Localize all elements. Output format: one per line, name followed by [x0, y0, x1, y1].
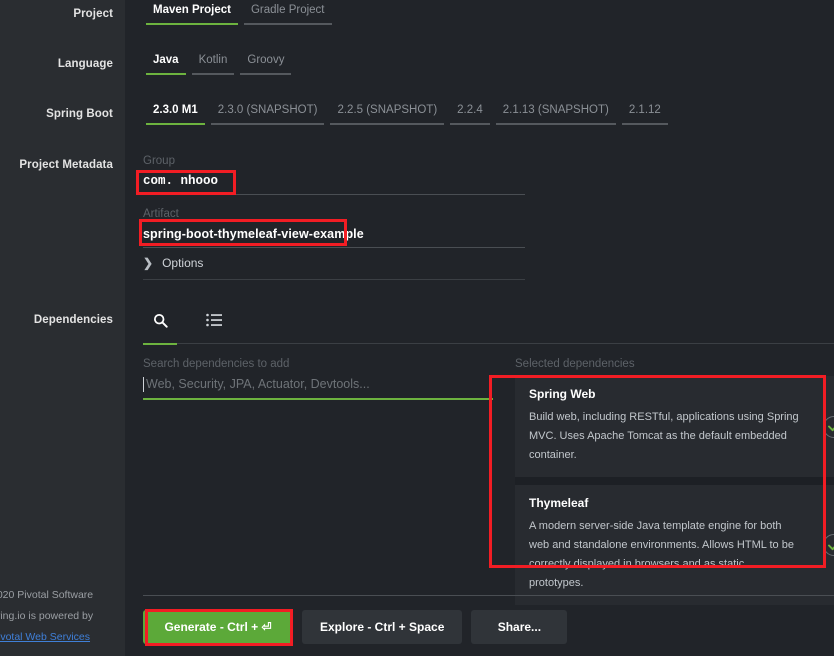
dependencies-list-tab[interactable]	[197, 308, 231, 336]
group-field-label: Group	[143, 155, 525, 167]
tab-boot-2-2-5-snapshot[interactable]: 2.2.5 (SNAPSHOT)	[327, 104, 447, 125]
list-icon	[206, 313, 222, 327]
artifact-input-value: spring-boot-thymeleaf-view-example	[143, 226, 525, 243]
dependency-title: Thymeleaf	[529, 496, 834, 510]
tab-boot-label: 2.2.5 (SNAPSHOT)	[337, 104, 437, 116]
sidebar-label-dependencies: Dependencies	[34, 314, 113, 326]
dependencies-search-tab[interactable]	[143, 308, 177, 336]
spring-initializr-window: Project Language Spring Boot Project Met…	[0, 0, 834, 656]
footer: 2020 Pivotal Software pring.io is powere…	[0, 585, 125, 648]
dependencies-view-tabs	[143, 308, 834, 336]
tab-kotlin-label: Kotlin	[199, 54, 228, 66]
explore-button[interactable]: Explore - Ctrl + Space	[302, 610, 462, 644]
tab-boot-2-1-12[interactable]: 2.1.12	[619, 104, 671, 125]
tab-underline	[330, 123, 444, 125]
check-circle-icon[interactable]	[823, 534, 834, 556]
tab-boot-2-1-13-snapshot[interactable]: 2.1.13 (SNAPSHOT)	[493, 104, 619, 125]
tab-boot-label: 2.1.12	[629, 104, 661, 116]
tab-underline	[496, 123, 616, 125]
chevron-right-icon: ❯	[143, 256, 153, 270]
dependencies-tab-divider	[143, 343, 834, 344]
group-input-value: com. nhooo	[143, 173, 525, 190]
check-circle-icon[interactable]	[823, 416, 834, 438]
footer-powered-by: pring.io is powered by	[0, 606, 125, 627]
options-label: Options	[162, 256, 203, 270]
tab-underline	[244, 23, 332, 25]
sidebar-label-spring-boot: Spring Boot	[46, 108, 113, 120]
language-tabs: Java Kotlin Groovy	[143, 54, 294, 75]
action-button-row: Generate - Ctrl + ⏎ Explore - Ctrl + Spa…	[143, 610, 567, 644]
tab-boot-2-2-4[interactable]: 2.2.4	[447, 104, 493, 125]
spring-boot-version-tabs: 2.3.0 M1 2.3.0 (SNAPSHOT) 2.2.5 (SNAPSHO…	[143, 104, 671, 125]
dependency-title: Spring Web	[529, 387, 834, 401]
tab-underline	[146, 73, 186, 75]
tab-boot-label: 2.3.0 M1	[153, 104, 198, 116]
tab-underline	[211, 123, 325, 125]
selected-dependencies-column: Selected dependencies Spring Web Build w…	[515, 358, 834, 605]
tab-underline	[450, 123, 490, 125]
sidebar: Project Language Spring Boot Project Met…	[0, 0, 125, 656]
tab-underline	[146, 23, 238, 25]
dependency-description: A modern server-side Java template engin…	[529, 517, 801, 593]
checkmark-glyph	[828, 421, 834, 432]
tab-java-label: Java	[153, 54, 179, 66]
active-indicator	[143, 343, 177, 345]
tab-gradle-project-label: Gradle Project	[251, 4, 325, 16]
sidebar-label-project-metadata: Project Metadata	[19, 159, 113, 171]
artifact-field-label: Artifact	[143, 208, 525, 220]
main-panel: Maven Project Gradle Project Java Kotlin…	[125, 0, 834, 656]
sidebar-label-language: Language	[58, 58, 113, 70]
tab-groovy-label: Groovy	[247, 54, 284, 66]
text-caret	[143, 377, 144, 392]
dependency-search-input[interactable]: Web, Security, JPA, Actuator, Devtools..…	[143, 376, 493, 400]
tab-underline	[622, 123, 668, 125]
selected-dependencies-label: Selected dependencies	[515, 358, 834, 370]
share-button[interactable]: Share...	[471, 610, 567, 644]
tab-underline	[146, 123, 205, 125]
tab-maven-project-label: Maven Project	[153, 4, 231, 16]
tab-boot-label: 2.2.4	[457, 104, 483, 116]
dependencies-columns: Search dependencies to add Web, Security…	[143, 358, 834, 605]
sidebar-label-project: Project	[73, 8, 113, 20]
tab-kotlin[interactable]: Kotlin	[189, 54, 238, 75]
tab-boot-label: 2.1.13 (SNAPSHOT)	[503, 104, 609, 116]
generate-button[interactable]: Generate - Ctrl + ⏎	[143, 610, 293, 644]
dependency-search-column: Search dependencies to add Web, Security…	[143, 358, 493, 605]
dependency-search-label: Search dependencies to add	[143, 358, 493, 370]
dependency-description: Build web, including RESTful, applicatio…	[529, 408, 801, 465]
tab-maven-project[interactable]: Maven Project	[143, 4, 241, 25]
tab-boot-2-3-0-snapshot[interactable]: 2.3.0 (SNAPSHOT)	[208, 104, 328, 125]
list-item[interactable]: Spring Web Build web, including RESTful,…	[515, 376, 834, 477]
tab-boot-label: 2.3.0 (SNAPSHOT)	[218, 104, 318, 116]
project-type-tabs: Maven Project Gradle Project	[143, 4, 335, 25]
tab-java[interactable]: Java	[143, 54, 189, 75]
dependency-search-placeholder: Web, Security, JPA, Actuator, Devtools..…	[143, 376, 493, 393]
search-icon	[153, 313, 168, 328]
tab-underline	[240, 73, 291, 75]
group-field: Group com. nhooo	[143, 155, 525, 195]
footer-copyright: 2020 Pivotal Software	[0, 585, 125, 606]
checkmark-glyph	[828, 540, 834, 551]
artifact-input[interactable]: spring-boot-thymeleaf-view-example	[143, 226, 525, 248]
dependencies-toolbar: 2 selected	[143, 308, 834, 344]
group-input[interactable]: com. nhooo	[143, 173, 525, 195]
tab-boot-2-3-0-m1[interactable]: 2.3.0 M1	[143, 104, 208, 125]
tab-underline	[192, 73, 235, 75]
options-expander[interactable]: ❯ Options	[143, 256, 525, 280]
bottom-divider	[143, 595, 834, 596]
selected-dependencies-list: Spring Web Build web, including RESTful,…	[515, 376, 834, 605]
list-item[interactable]: Thymeleaf A modern server-side Java temp…	[515, 477, 834, 605]
footer-link-pivotal-web-services[interactable]: Pivotal Web Services	[0, 631, 90, 643]
tab-gradle-project[interactable]: Gradle Project	[241, 4, 335, 25]
active-indicator	[197, 343, 231, 345]
tab-groovy[interactable]: Groovy	[237, 54, 294, 75]
artifact-field: Artifact spring-boot-thymeleaf-view-exam…	[143, 208, 525, 248]
